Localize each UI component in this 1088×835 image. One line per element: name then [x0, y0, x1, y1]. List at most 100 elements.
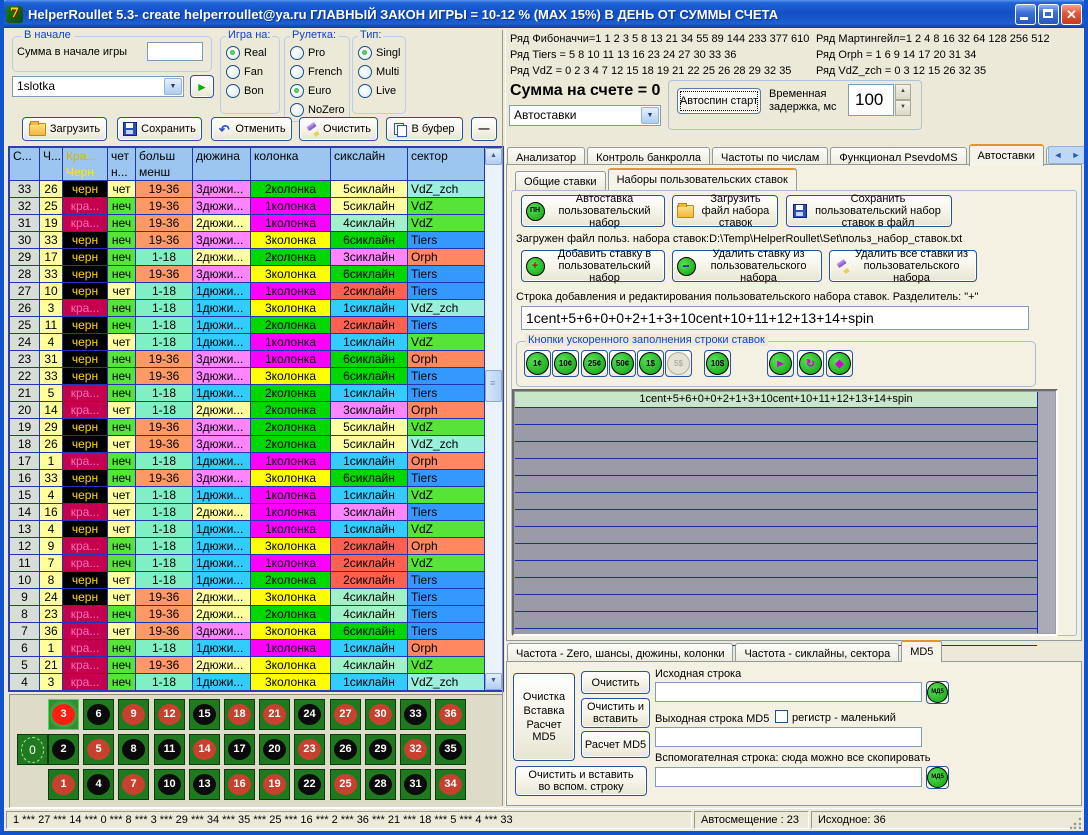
chip-button-10c[interactable]: 10¢	[552, 350, 579, 377]
radio-pro[interactable]: Pro	[290, 44, 325, 61]
tab-bottom-2[interactable]: MD5	[901, 640, 942, 662]
start-sum-input[interactable]	[147, 42, 203, 61]
tab-inner-1[interactable]: Наборы пользовательских ставок	[608, 168, 797, 190]
table-row[interactable]: 129кра...неч1-181дюжи...3колонка2сиклайн…	[10, 538, 502, 555]
autoset-user-button[interactable]: ПН Автоставка пользовательский набор	[521, 195, 665, 227]
board-cell-27[interactable]: 27	[330, 699, 361, 730]
delay-input[interactable]: 100	[848, 84, 894, 116]
table-row[interactable]: 117кра...неч1-181дюжи...1колонка2сиклайн…	[10, 555, 502, 572]
quick-transfer-button[interactable]: ◆	[826, 350, 853, 377]
board-cell-4[interactable]: 4	[83, 769, 114, 800]
chip-button-25c[interactable]: 25¢	[581, 350, 608, 377]
aux-string-input[interactable]	[655, 767, 922, 787]
board-cell-31[interactable]: 31	[400, 769, 431, 800]
chevron-down-icon[interactable]: ▼	[641, 107, 659, 124]
list-item[interactable]	[515, 425, 1037, 442]
board-cell-0[interactable]: 0	[17, 734, 48, 765]
radio-fan[interactable]: Fan	[226, 63, 263, 80]
board-cell-29[interactable]: 29	[365, 734, 396, 765]
slot-combo[interactable]: 1slotka ▼	[12, 76, 184, 97]
table-row[interactable]: 3033черннеч19-363дюжи...3колонка6сиклайн…	[10, 232, 502, 249]
table-row[interactable]: 61кра...неч1-181дюжи...1колонка1сиклайнO…	[10, 640, 502, 657]
bet-string-input[interactable]	[521, 306, 1029, 330]
tab-inner-0[interactable]: Общие ставки	[515, 171, 606, 190]
list-item[interactable]	[515, 595, 1037, 612]
board-cell-12[interactable]: 12	[154, 699, 185, 730]
board-cell-34[interactable]: 34	[435, 769, 466, 800]
toolbar-brush-button[interactable]: Очистить	[299, 117, 378, 141]
table-row[interactable]: 2014кра...чет1-182дюжи...2колонка3сиклай…	[10, 402, 502, 419]
list-item[interactable]	[515, 459, 1037, 476]
toolbar-floppy-button[interactable]: Сохранить	[117, 117, 202, 141]
board-cell-30[interactable]: 30	[365, 699, 396, 730]
tab-bottom-1[interactable]: Частота - сиклайны, сектора	[735, 643, 899, 662]
list-item[interactable]	[515, 612, 1037, 629]
md5-clear-button[interactable]: Очистить	[581, 671, 650, 694]
scroll-up-icon[interactable]: ▲	[485, 148, 502, 165]
board-cell-32[interactable]: 32	[400, 734, 431, 765]
minimize-button[interactable]	[1015, 4, 1036, 25]
radio-euro[interactable]: Euro	[290, 82, 331, 99]
quick-repeat-button[interactable]: ↻	[797, 350, 824, 377]
board-cell-13[interactable]: 13	[189, 769, 220, 800]
table-row[interactable]: 1416кра...чет1-182дюжи...1колонка3сиклай…	[10, 504, 502, 521]
board-cell-35[interactable]: 35	[435, 734, 466, 765]
board-cell-9[interactable]: 9	[118, 699, 149, 730]
chip-button-1usd[interactable]: 1$	[637, 350, 664, 377]
table-row[interactable]: 924чернчет19-362дюжи...3колонка4сиклайнT…	[10, 589, 502, 606]
table-row[interactable]: 108чернчет1-181дюжи...2колонка2сиклайнTi…	[10, 572, 502, 589]
output-string-input[interactable]	[655, 727, 922, 747]
board-cell-3[interactable]: 3	[48, 699, 79, 730]
list-item[interactable]	[515, 476, 1037, 493]
load-bets-file-button[interactable]: Загрузить файл набора ставок	[672, 195, 778, 227]
autospin-start-button[interactable]: Автоспин старт	[677, 88, 761, 114]
chip-button-50c[interactable]: 50¢	[609, 350, 636, 377]
table-row[interactable]: 521кра...неч19-362дюжи...3колонка4сиклай…	[10, 657, 502, 674]
md5-run-button-1[interactable]: МД5	[926, 681, 949, 704]
table-row[interactable]: 154чернчет1-181дюжи...1колонка1сиклайнVd…	[10, 487, 502, 504]
board-cell-11[interactable]: 11	[154, 734, 185, 765]
table-row[interactable]: 2511черннеч1-181дюжи...2колонка2сиклайнT…	[10, 317, 502, 334]
table-row[interactable]: 1826чернчет19-363дюжи...2колонка5сиклайн…	[10, 436, 502, 453]
table-row[interactable]: 244чернчет1-181дюжи...1колонка1сиклайнVd…	[10, 334, 502, 351]
chip-button-10usd[interactable]: 10$	[704, 350, 731, 377]
toolbar-copy-button[interactable]: В буфер	[386, 117, 463, 141]
source-string-input[interactable]	[655, 682, 922, 702]
board-cell-21[interactable]: 21	[259, 699, 290, 730]
board-cell-20[interactable]: 20	[259, 734, 290, 765]
table-row[interactable]: 3225кра...неч19-363дюжи...1колонка5сикла…	[10, 198, 502, 215]
list-item[interactable]	[515, 493, 1037, 510]
table-row[interactable]: 263кра...неч1-181дюжи...3колонка1сиклайн…	[10, 300, 502, 317]
list-item[interactable]	[515, 442, 1037, 459]
toolbar-folder-open-button[interactable]: Загрузить	[22, 117, 107, 141]
delete-all-bets-button[interactable]: Удалить все ставки из пользовательского …	[829, 250, 977, 282]
table-row[interactable]: 1633черннеч19-363дюжи...3колонка6сиклайн…	[10, 470, 502, 487]
board-cell-1[interactable]: 1	[48, 769, 79, 800]
board-cell-14[interactable]: 14	[189, 734, 220, 765]
board-cell-7[interactable]: 7	[118, 769, 149, 800]
tab-main-4[interactable]: Автоставки	[969, 144, 1044, 166]
table-row[interactable]: 2833черннеч19-363дюжи...3колонка6сиклайн…	[10, 266, 502, 283]
tab-bottom-0[interactable]: Частота - Zero, шансы, дюжины, колонки	[507, 643, 733, 662]
radio-bon[interactable]: Bon	[226, 82, 264, 99]
board-cell-19[interactable]: 19	[259, 769, 290, 800]
board-cell-24[interactable]: 24	[294, 699, 325, 730]
board-cell-33[interactable]: 33	[400, 699, 431, 730]
board-cell-16[interactable]: 16	[224, 769, 255, 800]
board-cell-36[interactable]: 36	[435, 699, 466, 730]
table-row[interactable]: 2233черннеч19-363дюжи...3колонка6сиклайн…	[10, 368, 502, 385]
list-item[interactable]	[515, 561, 1037, 578]
quick-play-button[interactable]: ►	[767, 350, 794, 377]
board-cell-18[interactable]: 18	[224, 699, 255, 730]
radio-live[interactable]: Live	[358, 82, 396, 99]
radio-french[interactable]: French	[290, 63, 342, 80]
table-row[interactable]: 823кра...неч19-362дюжи...2колонка4сиклай…	[10, 606, 502, 623]
radio-singl[interactable]: Singl	[358, 44, 400, 61]
board-cell-26[interactable]: 26	[330, 734, 361, 765]
table-row[interactable]: 215кра...неч1-181дюжи...2колонка1сиклайн…	[10, 385, 502, 402]
radio-multi[interactable]: Multi	[358, 63, 399, 80]
toolbar-minus-button[interactable]: —	[471, 117, 497, 141]
list-item[interactable]	[515, 408, 1037, 425]
radio-real[interactable]: Real	[226, 44, 267, 61]
board-cell-2[interactable]: 2	[48, 734, 79, 765]
